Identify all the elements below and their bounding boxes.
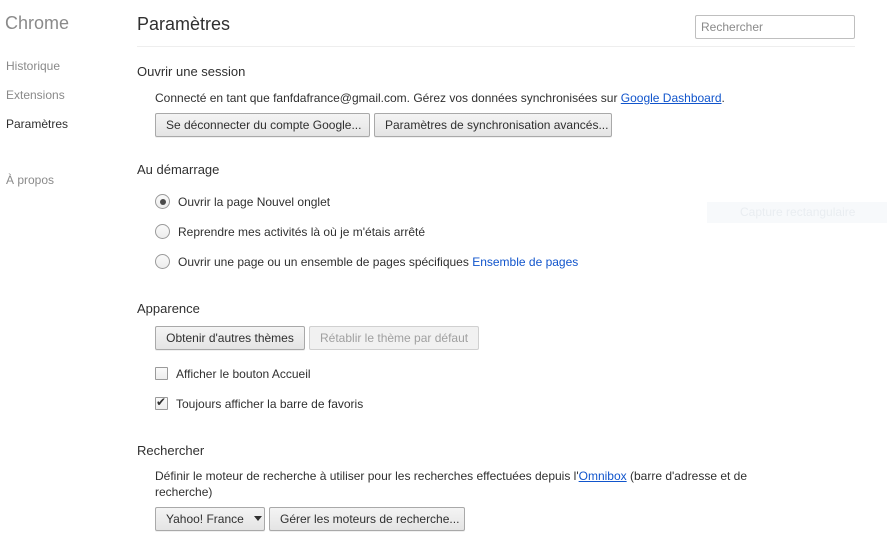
- home-button-checkbox[interactable]: [155, 367, 168, 380]
- set-pages-link[interactable]: Ensemble de pages: [472, 255, 578, 269]
- search-engine-select[interactable]: Yahoo! France: [155, 507, 265, 531]
- sidebar: Chrome Historique Extensions Paramètres …: [0, 0, 120, 542]
- checkmark-icon: ✔: [156, 395, 167, 409]
- disconnect-google-button[interactable]: Se déconnecter du compte Google...: [155, 113, 370, 137]
- radio-new-tab-label: Ouvrir la page Nouvel onglet: [178, 195, 331, 209]
- chevron-down-icon: [253, 516, 262, 522]
- search-description-prefix: Définir le moteur de recherche à utilise…: [155, 469, 579, 483]
- radio-new-tab[interactable]: [155, 194, 170, 209]
- radio-continue[interactable]: [155, 224, 170, 239]
- bookmarks-bar-label: Toujours afficher la barre de favoris: [176, 397, 364, 411]
- manage-search-engines-button[interactable]: Gérer les moteurs de recherche...: [269, 507, 465, 531]
- page-header: Paramètres: [137, 0, 855, 47]
- section-title-signin: Ouvrir une session: [137, 64, 246, 79]
- signin-status-prefix: Connecté en tant que fanfdafrance@gmail.…: [155, 91, 621, 105]
- section-title-appearance: Apparence: [137, 301, 200, 316]
- radio-specific-pages-text: Ouvrir une page ou un ensemble de pages …: [178, 255, 469, 269]
- reset-theme-button[interactable]: Rétablir le thème par défaut: [309, 326, 479, 350]
- google-dashboard-link[interactable]: Google Dashboard: [621, 91, 722, 105]
- search-description-line1: Définir le moteur de recherche à utilise…: [155, 469, 747, 483]
- signin-status-text: Connecté en tant que fanfdafrance@gmail.…: [155, 91, 725, 105]
- search-input[interactable]: [695, 15, 855, 39]
- ghost-tooltip: Capture rectangulaire: [707, 202, 887, 223]
- omnibox-link[interactable]: Omnibox: [579, 469, 627, 483]
- radio-specific-pages-label: Ouvrir une page ou un ensemble de pages …: [178, 255, 578, 269]
- section-title-startup: Au démarrage: [137, 162, 220, 177]
- search-description-line2: recherche): [155, 485, 213, 499]
- get-themes-button[interactable]: Obtenir d'autres thèmes: [155, 326, 305, 350]
- signin-status-suffix: .: [721, 91, 725, 105]
- bookmarks-bar-checkbox[interactable]: ✔: [155, 395, 168, 410]
- section-title-search: Rechercher: [137, 443, 205, 458]
- advanced-sync-settings-button[interactable]: Paramètres de synchronisation avancés...: [374, 113, 612, 137]
- sidebar-item-historique[interactable]: Historique: [6, 59, 60, 73]
- search-description-suffix: (barre d'adresse et de: [626, 469, 748, 483]
- sidebar-item-parametres[interactable]: Paramètres: [6, 117, 68, 131]
- sidebar-brand: Chrome: [5, 13, 70, 33]
- home-button-label: Afficher le bouton Accueil: [176, 367, 311, 381]
- radio-specific-pages[interactable]: [155, 254, 170, 269]
- search-engine-selected: Yahoo! France: [166, 512, 244, 526]
- sidebar-item-extensions[interactable]: Extensions: [6, 88, 65, 102]
- radio-continue-label: Reprendre mes activités là où je m'étais…: [178, 225, 426, 239]
- sidebar-item-a-propos[interactable]: À propos: [6, 173, 54, 187]
- page-title: Paramètres: [137, 14, 231, 34]
